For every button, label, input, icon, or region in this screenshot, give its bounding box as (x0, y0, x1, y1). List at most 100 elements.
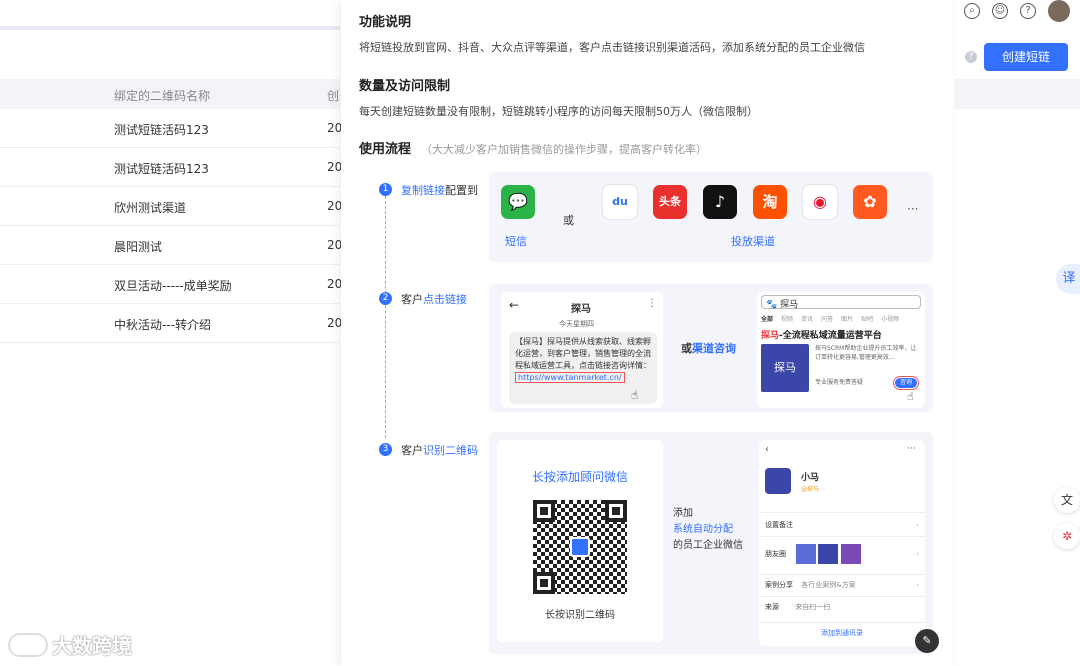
back-chevron-icon: ‹ (765, 444, 769, 455)
sms-label: 短信 (505, 235, 527, 248)
qr-finder (533, 500, 555, 522)
limit-text: 每天创建短链数量没有限制，短链跳转小程序的访问每天限制50万人（微信限制） (359, 105, 758, 118)
search-icon[interactable]: ⌕ (964, 3, 980, 19)
moments-thumb (796, 544, 817, 564)
result-logo: 探马 (761, 344, 809, 392)
search-tabs: 全部 视频 资讯 问答 图片 贴吧 小视频 (761, 314, 899, 323)
tab: 小视频 (881, 316, 900, 323)
table-row[interactable]: 晨阳测试 20 (0, 226, 342, 265)
step-1-highlight: 复制链接 (401, 184, 445, 197)
tab: 视频 (781, 316, 794, 323)
feature-text: 将短链投放到官网、抖音、大众点评等渠道，客户点击链接识别渠道活码，添加系统分配的… (359, 41, 865, 54)
qr-name-cell: 测试短链活码123 (114, 162, 209, 176)
qr-name-cell: 测试短链活码123 (114, 123, 209, 137)
profile-avatar (765, 468, 791, 494)
moments-thumb (818, 544, 839, 564)
wechat-sms-icon: 💬 (501, 185, 535, 219)
step-1-card: 💬 短信 或 du 头条 ♪ 淘 ◉ ✿ ··· 投放渠道 (489, 172, 933, 262)
limit-title: 数量及访问限制 (359, 79, 451, 94)
sms-link[interactable]: https//www.tanmarket.cn/ (515, 372, 625, 383)
tab: 贴吧 (861, 316, 874, 323)
chat-assistant-icon[interactable]: ✎ (915, 629, 939, 653)
or-channel-text: 或渠道咨询 (681, 340, 736, 356)
chevron-right-icon: › (916, 550, 919, 558)
search-text: 探马 (780, 300, 799, 310)
profile-row-cases[interactable]: 案例分享 各行业案例&方案 › (759, 574, 925, 594)
table-header: 绑定的二维码名称 创 (0, 79, 340, 109)
step-2-prefix: 客户 (401, 293, 423, 306)
step-2-highlight: 点击链接 (423, 293, 467, 306)
step-2-label: 客户点击链接 (401, 291, 467, 307)
qr-logo-icon (570, 537, 590, 557)
flow-subtitle: （大大减少客户加销售微信的操作步骤，提高客户转化率） (421, 143, 708, 156)
qr-title: 长按添加顾问微信 (531, 470, 628, 484)
sms-message-text: 【探马】探马提供从线索获取、线索孵化运营，到客户管理，销售管理的全流程私域运营工… (515, 337, 651, 370)
more-dots-icon: ··· (907, 444, 916, 454)
date-cell: 20 (327, 277, 343, 291)
translate-button[interactable]: 译 (1056, 264, 1080, 294)
add-text-1: 添加 (673, 508, 693, 519)
step-number-3: 3 (379, 443, 392, 456)
step-1-suffix: 配置到 (445, 184, 478, 197)
help-circle-icon[interactable]: ? (965, 51, 977, 63)
tab: 资讯 (801, 316, 814, 323)
step-3-card: 长按添加顾问微信 长按识别二维码 添加 系统自动分配 的员工企业微信 ‹ ···… (489, 432, 933, 654)
result-title: 探马-全流程私域流量运营平台 (761, 328, 882, 341)
row-label: 设置备注 (765, 521, 793, 529)
plugin-icon[interactable]: ✲ (1054, 523, 1080, 549)
date-cell: 20 (327, 160, 343, 174)
profile-sub: @探马 (801, 486, 820, 493)
column-header-created: 创 (327, 89, 340, 103)
or-text: 或 (563, 214, 574, 227)
step-3-prefix: 客户 (401, 444, 423, 457)
phone-date: 今天星期四 (559, 320, 594, 328)
add-contact-button[interactable]: 添加到通讯录 (759, 622, 925, 642)
profile-row-source: 来源 来自扫一扫 (759, 596, 925, 616)
table-row[interactable]: 测试短链活码123 20 (0, 109, 343, 148)
hand-pointer-icon: ☝ (907, 390, 914, 403)
row-label: 来源 (765, 603, 779, 611)
table-row[interactable]: 双旦活动-----成单奖励 20 (0, 265, 343, 304)
profile-row-remark[interactable]: 设置备注 › (759, 512, 925, 536)
menu-dots-icon: ⋮ (647, 298, 657, 309)
profile-name: 小马 (801, 473, 820, 483)
tiktok-icon: ♪ (703, 185, 737, 219)
message-icon[interactable]: ☺ (992, 3, 1008, 19)
qr-name-cell: 双旦活动-----成单奖励 (114, 279, 232, 293)
back-arrow-icon: ← (509, 298, 520, 312)
channel-label: 投放渠道 (731, 235, 775, 248)
chevron-right-icon: › (916, 521, 919, 529)
watermark-circle-icon (8, 632, 48, 657)
table-row[interactable]: 测试短链活码123 20 (0, 148, 343, 187)
case-value: 各行业案例&方案 (801, 581, 856, 589)
language-icon[interactable]: 文 (1054, 487, 1080, 513)
help-icon[interactable]: ? (1020, 3, 1036, 19)
table-row[interactable]: 欣州测试渠道 20 (0, 187, 343, 226)
more-icon: ··· (907, 202, 919, 216)
qr-finder (533, 572, 555, 594)
qr-finder (605, 500, 627, 522)
table-row[interactable]: 中秋活动---转介绍 20 (0, 304, 342, 343)
watermark-logo: 大数跨境 (8, 630, 132, 659)
user-avatar[interactable] (1048, 0, 1070, 22)
date-cell: 20 (327, 199, 343, 213)
step-number-2: 2 (379, 292, 392, 305)
search-box: 🐾 探马 (761, 295, 921, 310)
or-channel-prefix: 或 (681, 342, 692, 355)
tab: 全部 (761, 316, 774, 323)
profile-phone-mock: ‹ ··· 小马 @探马 设置备注 › 朋友圈 › 案例分享 各行业案例&方案 › … (759, 440, 925, 646)
step-number-1: 1 (379, 183, 392, 196)
moments-thumb (840, 544, 861, 564)
profile-row-moments[interactable]: 朋友圈 › (759, 536, 925, 570)
result-desc: 探马SCRM帮助企业提升员工效率，让订单转化更容易,管理更高效... (815, 345, 917, 361)
search-phone-mock: 🐾 探马 全部 视频 资讯 问答 图片 贴吧 小视频 探马-全流程私域流量运营平… (757, 292, 925, 408)
result-title-rest: -全流程私域流量运营平台 (779, 331, 882, 341)
add-text: 添加 系统自动分配 的员工企业微信 (673, 506, 743, 554)
date-cell: 20 (327, 121, 343, 135)
step-3-label: 客户识别二维码 (401, 442, 478, 458)
or-channel-highlight: 渠道咨询 (692, 342, 736, 355)
create-short-link-button[interactable]: 创建短链 (984, 43, 1068, 71)
xiaohongshu-icon: ✿ (853, 185, 887, 219)
feature-title: 功能说明 (359, 15, 412, 30)
ask-button[interactable]: 咨询 (893, 376, 919, 390)
